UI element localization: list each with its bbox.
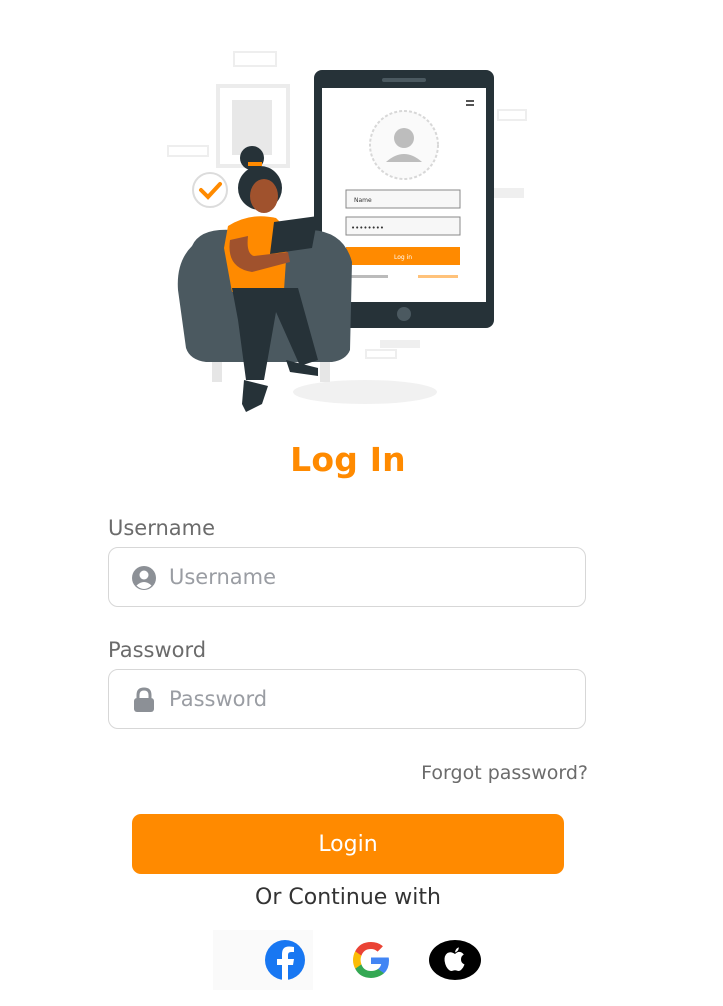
screen-name-field-text: Name bbox=[354, 197, 372, 204]
shoe-shape bbox=[242, 380, 268, 412]
bg-rect-shape bbox=[167, 145, 209, 157]
username-input[interactable] bbox=[169, 548, 569, 606]
tablet-speaker-shape bbox=[382, 78, 426, 82]
bg-rect-shape bbox=[365, 349, 397, 359]
screen-forgot-shape bbox=[418, 275, 458, 278]
google-login-button[interactable] bbox=[341, 930, 401, 990]
chair-leg-shape bbox=[320, 362, 330, 382]
bg-rect-shape bbox=[233, 51, 277, 67]
or-continue-text: Or Continue with bbox=[255, 885, 441, 910]
bg-rect-shape bbox=[497, 109, 527, 121]
password-field[interactable] bbox=[108, 669, 586, 729]
login-illustration: Name •••••••• Log in bbox=[167, 51, 527, 412]
chair-leg-shape bbox=[212, 362, 222, 382]
google-icon bbox=[353, 942, 389, 978]
check-bubble-shape bbox=[192, 172, 228, 208]
forgot-password-link[interactable]: Forgot password? bbox=[360, 762, 588, 784]
screen-avatar-head-shape bbox=[394, 128, 414, 148]
floor-shadow-shape bbox=[293, 380, 437, 404]
face-shape bbox=[250, 179, 278, 213]
screen-login-button-text: Log in bbox=[394, 254, 412, 261]
menu-icon-line bbox=[466, 104, 474, 106]
apple-login-button[interactable] bbox=[425, 930, 485, 990]
screen-remember-shape bbox=[348, 275, 388, 278]
facebook-icon bbox=[265, 940, 305, 980]
password-input[interactable] bbox=[169, 670, 569, 728]
login-button[interactable]: Login bbox=[132, 814, 564, 874]
facebook-login-button[interactable] bbox=[213, 930, 313, 990]
bg-rect-shape bbox=[490, 188, 524, 198]
login-page: Name •••••••• Log in Log In Username Use… bbox=[0, 0, 723, 1006]
user-circle-icon bbox=[132, 566, 156, 590]
tablet-home-button-shape bbox=[397, 307, 411, 321]
hair-band-shape bbox=[248, 162, 262, 166]
bg-rect-shape bbox=[380, 340, 420, 348]
username-label: Username bbox=[108, 516, 216, 540]
menu-icon bbox=[466, 100, 474, 102]
screen-password-field-text: •••••••• bbox=[351, 224, 384, 232]
password-label: Password bbox=[108, 638, 207, 662]
lock-icon bbox=[134, 687, 154, 712]
apple-icon bbox=[429, 940, 481, 980]
username-field[interactable] bbox=[108, 547, 586, 607]
page-title: Log In bbox=[290, 440, 406, 479]
